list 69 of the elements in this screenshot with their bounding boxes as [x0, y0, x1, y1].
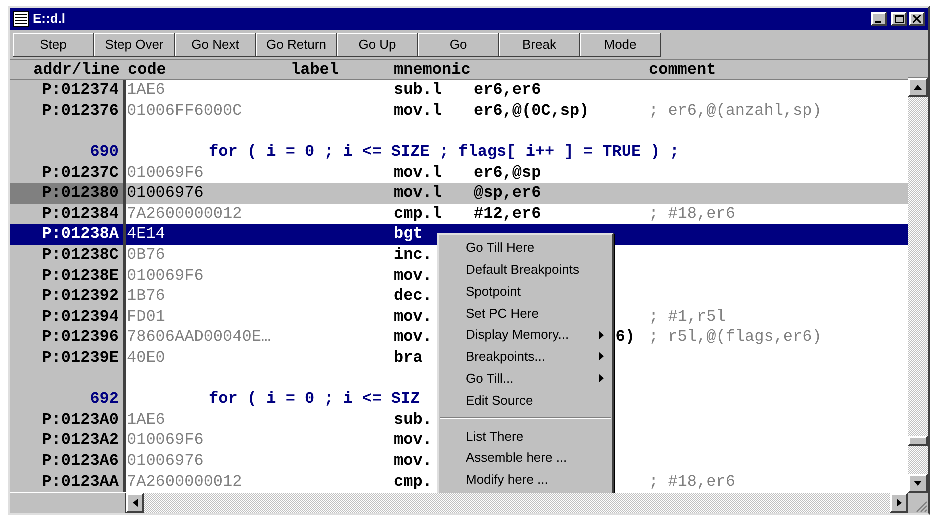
opcode: 4E14	[127, 225, 166, 244]
address: P:012376	[42, 102, 119, 119]
line-number: 692	[90, 391, 119, 408]
opcode: 010069F6	[127, 431, 204, 450]
operand: @sp,er6	[474, 184, 542, 202]
mnemonic: mov.l	[394, 184, 442, 202]
mnemonic: cmp.	[394, 472, 432, 491]
source-line: for ( i = 0 ; i <= SIZ	[209, 391, 420, 408]
opcode: 7A2600000012	[127, 472, 242, 491]
address: P:012396	[42, 329, 119, 346]
operand: er6,@sp	[474, 164, 542, 182]
opcode: 0B76	[127, 246, 166, 264]
opcode: 010069F6	[127, 164, 204, 182]
opcode: 01006976	[127, 452, 204, 470]
opcode: 7A2600000012	[127, 204, 242, 223]
mnemonic: dec.	[394, 287, 432, 306]
mnemonic: mov.l	[394, 102, 442, 120]
mnemonic: bgt	[394, 225, 423, 244]
address: P:01238C	[42, 247, 119, 264]
opcode: 1AE6	[127, 81, 166, 100]
column-header: addr/line	[34, 60, 120, 78]
comment: ; #1,r5l	[649, 308, 726, 326]
opcode: 1AE6	[127, 410, 166, 429]
column-header: code	[128, 60, 166, 78]
comment: ; r5l,@(flags,er6)	[649, 328, 822, 346]
address: P:012374	[42, 82, 119, 98]
column-header: comment	[649, 60, 716, 78]
comment: ; er6,@(anzahl,sp)	[649, 102, 822, 120]
mnemonic: inc.	[394, 246, 432, 264]
opcode: 01006FF6000C	[127, 102, 242, 120]
address: P:01237C	[42, 164, 119, 181]
mnemonic: mov.	[394, 266, 432, 285]
address: P:01239E	[42, 350, 119, 366]
opcode: 1B76	[127, 287, 166, 306]
address: P:0123A6	[42, 452, 119, 469]
opcode: 78606AAD00040E…	[127, 328, 272, 346]
comment: ; #18,er6	[649, 204, 736, 223]
address: P:0123A2	[42, 432, 119, 448]
mnemonic: mov.	[394, 431, 432, 450]
mnemonic: cmp.l	[394, 204, 442, 223]
opcode: 01006976	[127, 184, 204, 202]
mnemonic: mov.l	[394, 164, 442, 182]
operand: #12,er6	[474, 204, 542, 223]
address: P:012384	[42, 206, 119, 222]
operand: er6,er6	[474, 81, 542, 100]
source-line: for ( i = 0 ; i <= SIZE ; flags[ i++ ] = TRUE ) ;	[209, 144, 680, 160]
comment: ; #18,er6	[649, 472, 736, 491]
mnemonic: sub.l	[394, 81, 442, 100]
address: P:012394	[42, 308, 119, 325]
column-header: mnemonic	[394, 60, 471, 78]
address: P:01238A	[42, 226, 119, 242]
line-number: 690	[90, 144, 119, 160]
address: P:0123A0	[42, 412, 119, 428]
opcode: 40E0	[127, 349, 166, 368]
mnemonic: mov.	[394, 328, 432, 346]
opcode: FD01	[127, 308, 166, 326]
address: P:01238E	[42, 268, 119, 284]
mnemonic: mov.	[394, 308, 432, 326]
operand: 6)	[616, 328, 635, 346]
address: P:0123AA	[42, 474, 119, 490]
address: P:012380	[42, 185, 119, 202]
operand: er6,@(0C,sp)	[474, 102, 590, 120]
column-header: label	[291, 60, 340, 78]
window-title: E::d.l	[33, 10, 66, 28]
mnemonic: mov.	[394, 452, 432, 470]
mnemonic: sub.	[394, 410, 432, 429]
opcode: 010069F6	[127, 266, 204, 285]
mnemonic: bra	[394, 349, 423, 368]
address: P:012392	[42, 288, 119, 304]
